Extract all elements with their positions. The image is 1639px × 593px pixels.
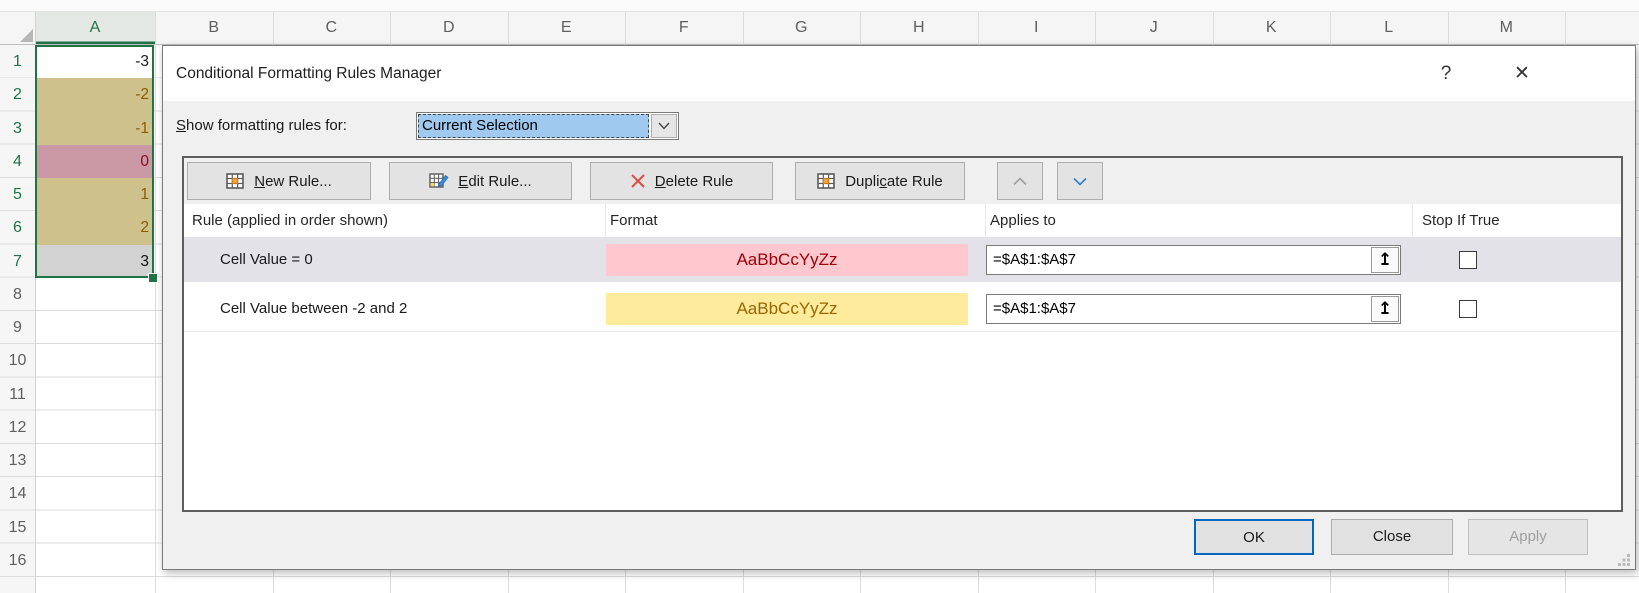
apply-button[interactable]: Apply: [1468, 519, 1588, 555]
select-all-triangle-icon: [20, 29, 33, 42]
new-rule-table-icon: [226, 173, 245, 190]
stop-if-true-checkbox[interactable]: [1459, 251, 1477, 269]
resize-grip[interactable]: [1618, 553, 1631, 566]
chevron-up-icon: [1013, 177, 1027, 186]
duplicate-rule-table-icon: [817, 173, 836, 190]
delete-rule-label: Delete Rule: [655, 173, 733, 190]
new-rule-label: New Rule...: [254, 173, 332, 190]
rule-row-cell-value-between[interactable]: Cell Value between -2 and 2 AaBbCcYyZz ↥: [184, 286, 1621, 332]
stop-if-true-checkbox[interactable]: [1459, 300, 1477, 318]
edit-rule-pencil-icon: [429, 172, 449, 190]
move-rule-up-button[interactable]: [997, 162, 1043, 200]
column-header-band: ABCDEFGHIJKLM: [0, 12, 1639, 45]
rules-list-header: Rule (applied in order shown) Format App…: [184, 204, 1621, 237]
column-header-A[interactable]: A: [35, 12, 155, 44]
column-header-applies-to: Applies to: [986, 204, 1413, 237]
dialog-title: Conditional Formatting Rules Manager: [176, 46, 441, 101]
rule-row-cell-value-equals-0[interactable]: Cell Value = 0 AaBbCcYyZz ↥: [184, 237, 1621, 282]
dropdown-selected-value[interactable]: Current Selection: [418, 114, 649, 138]
format-preview-swatch: AaBbCcYyZz: [606, 244, 968, 276]
select-all-corner[interactable]: [0, 12, 35, 45]
duplicate-rule-button[interactable]: Duplicate Rule: [795, 162, 965, 200]
column-header-format: Format: [606, 204, 986, 237]
chevron-down-icon: [1073, 177, 1087, 186]
column-header-B[interactable]: B: [155, 12, 273, 44]
collapse-dialog-range-icon[interactable]: ↥: [1371, 247, 1399, 273]
collapse-dialog-range-icon[interactable]: ↥: [1371, 296, 1399, 322]
applies-to-range-input[interactable]: [987, 295, 1370, 323]
show-formatting-rules-label: Show formatting rules for:: [176, 112, 347, 140]
column-header-M[interactable]: M: [1448, 12, 1566, 44]
column-header-stop-if-true: Stop If True: [1413, 204, 1621, 237]
column-header-C[interactable]: C: [273, 12, 391, 44]
show-rules-for-dropdown[interactable]: Current Selection: [416, 112, 679, 140]
close-icon[interactable]: ✕: [1507, 59, 1537, 89]
help-icon[interactable]: ?: [1431, 59, 1461, 89]
edit-rule-label: Edit Rule...: [458, 173, 531, 190]
delete-rule-button[interactable]: Delete Rule: [590, 162, 773, 200]
dropdown-arrow-button[interactable]: [651, 114, 677, 138]
move-rule-down-button[interactable]: [1057, 162, 1103, 200]
rules-toolbar: New Rule... Edit Rule...: [184, 158, 1621, 204]
selection-fill-handle[interactable]: [148, 273, 158, 283]
rule-description: Cell Value between -2 and 2: [184, 300, 606, 317]
column-header-H[interactable]: H: [860, 12, 978, 44]
column-header-I[interactable]: I: [978, 12, 1096, 44]
rule-description: Cell Value = 0: [184, 251, 606, 268]
column-header-L[interactable]: L: [1330, 12, 1448, 44]
new-rule-button[interactable]: New Rule...: [187, 162, 371, 200]
format-preview-swatch: AaBbCcYyZz: [606, 293, 968, 325]
duplicate-rule-label: Duplicate Rule: [845, 173, 943, 190]
chevron-down-icon: [658, 122, 670, 130]
column-header-rule: Rule (applied in order shown): [184, 204, 606, 237]
column-header-F[interactable]: F: [625, 12, 743, 44]
close-button[interactable]: Close: [1331, 519, 1453, 555]
column-header-J[interactable]: J: [1095, 12, 1213, 44]
column-header-D[interactable]: D: [390, 12, 508, 44]
column-header-partial[interactable]: [1565, 12, 1639, 44]
rules-list: Rule (applied in order shown) Format App…: [184, 204, 1621, 510]
gridline: [155, 12, 156, 593]
formula-bar-bottom-strip: [0, 0, 1639, 12]
edit-rule-button[interactable]: Edit Rule...: [389, 162, 572, 200]
column-header-K[interactable]: K: [1213, 12, 1331, 44]
conditional-formatting-rules-manager-dialog: Conditional Formatting Rules Manager ? ✕…: [162, 45, 1636, 570]
column-header-E[interactable]: E: [508, 12, 626, 44]
dialog-titlebar[interactable]: Conditional Formatting Rules Manager ? ✕: [163, 46, 1635, 101]
ok-button[interactable]: OK: [1194, 519, 1314, 555]
applies-to-range-input[interactable]: [987, 246, 1370, 274]
column-header-G[interactable]: G: [743, 12, 861, 44]
rules-container: New Rule... Edit Rule...: [182, 156, 1623, 512]
delete-x-icon: [630, 173, 646, 189]
selection-border: [35, 45, 154, 278]
